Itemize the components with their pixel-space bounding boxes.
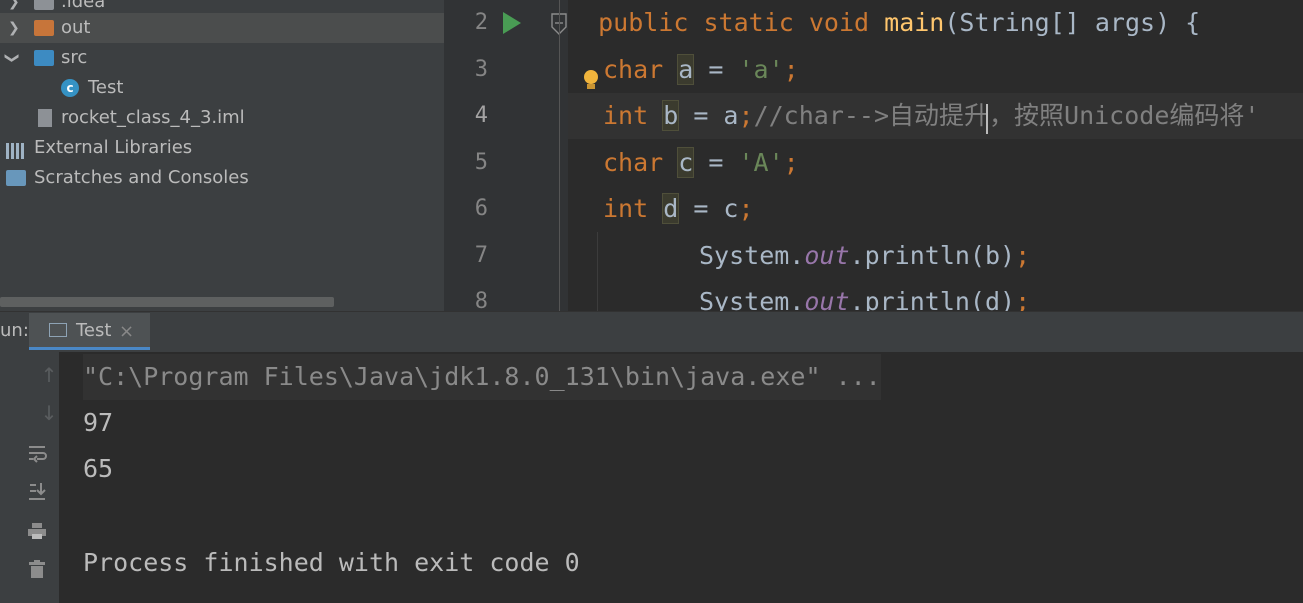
code-text: (String[] args) { (944, 8, 1201, 37)
code-line-6: int d = c; (568, 186, 1303, 232)
code-line-5: char c = 'A'; (568, 140, 1303, 186)
run-panel-label: un: (0, 320, 29, 341)
print-icon[interactable] (26, 520, 48, 542)
arrow-up-icon[interactable]: ↑ (38, 364, 60, 386)
tree-item-label: out (61, 17, 91, 38)
code-text: System. (699, 241, 805, 270)
module-file-icon (38, 109, 52, 127)
tree-item-label: Scratches and Consoles (34, 167, 249, 188)
variable-highlight: d (662, 193, 680, 224)
keyword: int (603, 101, 649, 130)
code-text: = a (678, 101, 739, 130)
tree-item-label: Test (88, 77, 124, 98)
arrow-down-icon[interactable]: ↓ (38, 402, 60, 424)
line-number-current: 4 (474, 103, 488, 128)
keyword: public (598, 8, 689, 37)
console-output-line: 65 (83, 454, 114, 483)
tree-item-test-class[interactable]: c Test (0, 73, 444, 103)
folder-icon (34, 20, 54, 36)
text-caret (986, 104, 988, 134)
run-gutter-icon[interactable] (503, 12, 521, 34)
tree-item-scratches[interactable]: Scratches and Consoles (0, 163, 444, 193)
close-icon[interactable]: × (119, 321, 134, 342)
static-field: out (804, 287, 850, 311)
libraries-icon (6, 139, 26, 159)
keyword: char (603, 55, 664, 84)
line-number: 3 (474, 57, 488, 82)
comment: //char-->自动提升，按照Unicode编码将' (753, 101, 1260, 130)
semicolon: ; (738, 194, 754, 223)
run-panel-header (0, 311, 1303, 354)
keyword: int (603, 194, 649, 223)
code-text: System. (699, 287, 805, 311)
code-line-4: int b = a;//char-->自动提升，按照Unicode编码将' (568, 93, 1303, 139)
lightbulb-icon[interactable] (584, 70, 598, 84)
java-class-icon: c (61, 79, 79, 97)
soft-wrap-icon[interactable] (26, 442, 48, 464)
static-field: out (804, 241, 850, 270)
semicolon: ; (783, 55, 799, 84)
line-number: 5 (474, 150, 488, 175)
semicolon: ; (783, 148, 799, 177)
variable-highlight: c (677, 147, 695, 178)
console-command-line: "C:\Program Files\Java\jdk1.8.0_131\bin\… (83, 354, 881, 400)
semicolon: ; (1015, 241, 1031, 270)
trash-icon[interactable] (26, 558, 48, 580)
project-tool-window: ❯ .idea ❯ out ❯ src c Test rocket_class_… (0, 0, 444, 311)
tree-item-label: src (61, 47, 88, 68)
semicolon: ; (1015, 287, 1031, 311)
code-line-2: public static void main(String[] args) { (568, 0, 1303, 46)
run-toolbar: ↑ ↓ (12, 352, 59, 603)
console-output-line: 97 (83, 408, 114, 437)
code-text: = (693, 148, 739, 177)
variable-highlight: b (662, 100, 680, 131)
tree-item-iml[interactable]: rocket_class_4_3.iml (0, 103, 444, 133)
console-icon (49, 323, 67, 337)
chevron-down-icon[interactable]: ❯ (0, 52, 27, 64)
run-tab-label: Test (76, 320, 112, 341)
tree-item-src[interactable]: ❯ src (0, 43, 444, 73)
method-name: main (884, 8, 945, 37)
keyword: char (603, 148, 664, 177)
code-text: = c (678, 194, 739, 223)
line-number: 6 (474, 196, 488, 221)
lightbulb-base (587, 84, 595, 89)
tree-item-out[interactable]: ❯ out (0, 13, 444, 43)
chevron-right-icon[interactable]: ❯ (8, 13, 20, 43)
scroll-to-end-icon[interactable] (26, 480, 48, 502)
tree-item-label: rocket_class_4_3.iml (61, 107, 245, 128)
tree-item-external-libraries[interactable]: External Libraries (0, 133, 444, 163)
code-text: = (693, 55, 739, 84)
string-literal: 'a' (738, 55, 784, 84)
semicolon: ; (738, 101, 754, 130)
indent-guide (597, 232, 598, 311)
code-text: .println(b) (849, 241, 1016, 270)
code-line-8: System.out.println(d); (568, 279, 1303, 311)
code-text: .println(d) (849, 287, 1016, 311)
line-number: 2 (474, 10, 488, 35)
keyword: void (808, 8, 870, 37)
string-literal: 'A' (738, 148, 784, 177)
console-exit-line: Process finished with exit code 0 (83, 548, 580, 577)
code-line-7: System.out.println(b); (568, 233, 1303, 279)
code-editor[interactable]: public static void main(String[] args) {… (568, 0, 1303, 311)
gutter-divider (559, 0, 560, 311)
variable-highlight: a (677, 54, 695, 85)
scratches-icon (6, 170, 26, 186)
run-side-strip (0, 352, 12, 603)
horizontal-scrollbar[interactable] (0, 297, 334, 307)
keyword: static (703, 8, 794, 37)
code-line-3: char a = 'a'; (568, 47, 1303, 93)
folder-icon (34, 0, 54, 10)
editor-gutter: 2 3 4 5 6 7 8 (444, 0, 568, 314)
source-folder-icon (34, 50, 54, 66)
line-number: 7 (474, 243, 488, 268)
tree-item-label: External Libraries (34, 137, 193, 158)
